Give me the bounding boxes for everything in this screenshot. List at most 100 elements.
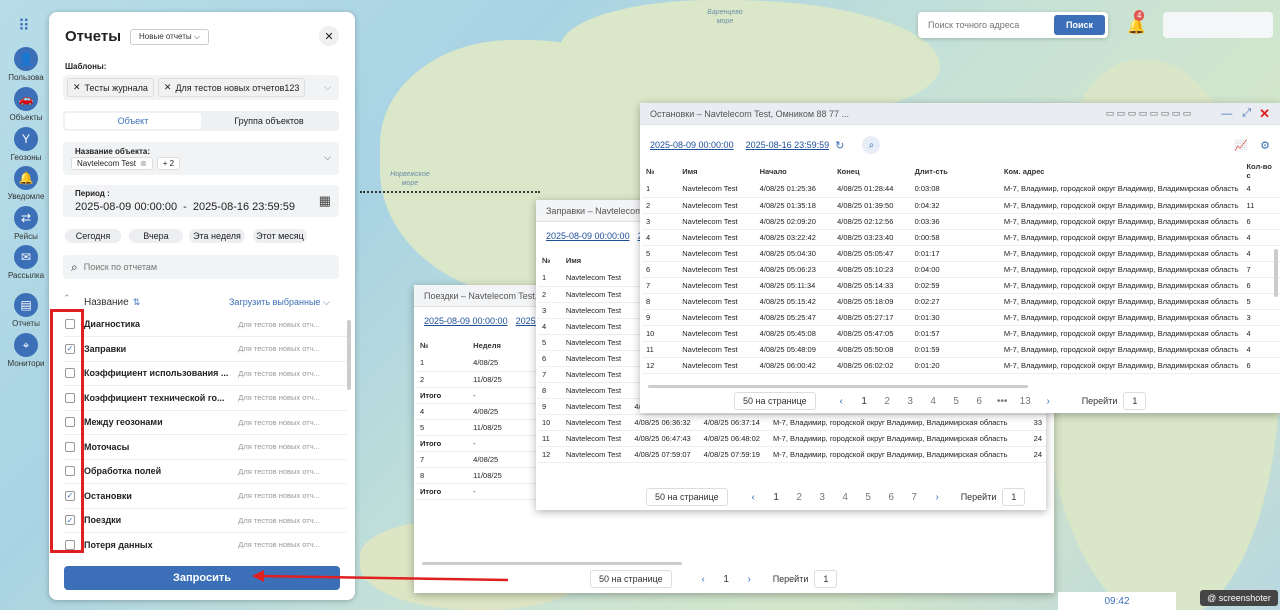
report-list-scrollbar[interactable] <box>347 320 351 390</box>
chevron-down-icon[interactable]: ⌵ <box>324 82 331 93</box>
tab-object-group[interactable]: Группа объектов <box>201 113 337 129</box>
templates-select[interactable]: ✕ Тесты журнала ✕ Для тестов новых отчетов… <box>63 75 339 100</box>
page-button[interactable]: 3 <box>811 492 834 503</box>
chevron-right-icon[interactable]: › <box>926 492 949 503</box>
page-button[interactable]: 7 <box>903 492 926 503</box>
table-row[interactable]: 3 Navtelecom Test 4/08/25 02:09:20 4/08/25 … <box>642 213 1280 230</box>
page-button[interactable]: 2 <box>876 396 899 407</box>
stops-page-size[interactable]: 50 на странице <box>734 392 816 410</box>
trips-page-size[interactable]: 50 на странице <box>590 570 672 588</box>
object-more-chip[interactable]: + 2 <box>156 157 181 170</box>
table-row[interactable]: 12 Navtelecom Test 4/08/25 06:00:42 4/08/25… <box>642 357 1280 374</box>
report-list-item[interactable]: Диагностика Для тестов новых отч... <box>63 312 347 337</box>
table-row[interactable]: 1 Navtelecom Test 4/08/25 01:25:36 4/08/25 … <box>642 181 1280 198</box>
page-button[interactable]: 6 <box>968 396 991 407</box>
stops-col-end[interactable]: Конец <box>833 161 911 181</box>
chevron-right-icon[interactable]: › <box>738 574 761 585</box>
stops-col-address[interactable]: Ком. адрес <box>1000 161 1243 181</box>
page-button[interactable]: 4 <box>834 492 857 503</box>
apps-grid-icon[interactable]: ⠿ <box>18 16 30 36</box>
chevron-left-icon[interactable]: ‹ <box>830 396 853 407</box>
remove-icon[interactable]: ⊗ <box>140 159 147 168</box>
trips-hscroll[interactable] <box>422 562 682 565</box>
table-row[interactable]: 5 Navtelecom Test 4/08/25 05:04:30 4/08/25 … <box>642 245 1280 262</box>
page-button[interactable]: 2 <box>788 492 811 503</box>
tab-object[interactable]: Объект <box>65 113 201 129</box>
table-row[interactable]: 10 Navtelecom Test 4/08/25 06:36:32 4/08/25… <box>538 414 1046 431</box>
table-row[interactable]: 5 11/08/25 <box>416 419 536 436</box>
table-row[interactable]: 11 Navtelecom Test 4/08/25 05:48:09 4/08/25… <box>642 341 1280 358</box>
table-row[interactable]: Итого - <box>416 483 536 500</box>
window-layout-icons[interactable]: ▭ ▭ ▭ ▭ ▭ ▭ ▭ ▭ <box>1106 108 1192 119</box>
table-row[interactable]: 7 4/08/25 <box>416 451 536 468</box>
page-button[interactable]: 5 <box>857 492 880 503</box>
table-row[interactable]: Итого - <box>416 387 536 404</box>
remove-icon[interactable]: ✕ <box>164 82 172 93</box>
refuel-page-size[interactable]: 50 на странице <box>646 488 728 506</box>
stops-hscroll[interactable] <box>648 385 1028 388</box>
refuel-goto-input[interactable]: 1 <box>1002 488 1026 506</box>
remove-icon[interactable]: ✕ <box>73 82 81 93</box>
expand-icon[interactable]: ⤢ <box>1242 107 1251 120</box>
rail-item-geozones[interactable]: Y Геозоны <box>0 127 52 162</box>
trips-date-from[interactable]: 2025-08-09 00:00:00 <box>424 316 508 326</box>
load-selected-button[interactable]: Загрузить выбранные ⌵ <box>229 297 330 308</box>
name-column-header[interactable]: Название ⇅ <box>84 297 140 308</box>
table-row[interactable]: 1 4/08/25 <box>416 355 536 372</box>
table-row[interactable]: Итого - <box>416 435 536 452</box>
calendar-icon[interactable]: ▦ <box>319 193 331 209</box>
table-row[interactable]: 8 11/08/25 <box>416 467 536 484</box>
minimize-icon[interactable]: — <box>1221 108 1232 120</box>
report-list-item[interactable]: Коэффициент технической го... Для тестов … <box>63 386 347 411</box>
table-row[interactable]: 2 Navtelecom Test 4/08/25 01:35:18 4/08/25 … <box>642 197 1280 214</box>
quick-this-month[interactable]: Этот месяц <box>253 229 307 243</box>
table-row[interactable]: 9 Navtelecom Test 4/08/25 05:25:47 4/08/25 … <box>642 309 1280 326</box>
report-list-item[interactable]: ✓ Поездки Для тестов новых отч... <box>63 508 347 533</box>
notifications-button[interactable]: 🔔 4 <box>1122 10 1146 38</box>
address-search-input[interactable] <box>928 20 1054 30</box>
stops-col-start[interactable]: Начало <box>756 161 834 181</box>
user-menu[interactable] <box>1163 12 1273 38</box>
search-icon[interactable]: ⌕ <box>862 136 881 154</box>
template-chip[interactable]: ✕ Тесты журнала <box>67 78 154 97</box>
stops-goto-input[interactable]: 1 <box>1123 392 1147 410</box>
report-search-input[interactable] <box>83 262 314 272</box>
table-row[interactable]: 4 4/08/25 <box>416 403 536 420</box>
chart-icon[interactable]: 📈 <box>1234 139 1248 152</box>
refuel-col-num[interactable]: № <box>538 250 562 270</box>
page-button[interactable]: 5 <box>945 396 968 407</box>
report-list-item[interactable]: Моточасы Для тестов новых отч... <box>63 435 347 460</box>
close-icon[interactable]: ✕ <box>1259 106 1270 122</box>
sort-icon[interactable]: ⇅ <box>133 297 141 308</box>
table-row[interactable]: 8 Navtelecom Test 4/08/25 05:15:42 4/08/25 … <box>642 293 1280 310</box>
rail-item-monitoring[interactable]: ⌖ Монитори <box>0 333 52 368</box>
settings-icon[interactable]: ⚙ <box>1260 139 1270 152</box>
table-row[interactable]: 11 Navtelecom Test 4/08/25 06:47:43 4/08/25… <box>538 430 1046 447</box>
quick-today[interactable]: Сегодня <box>65 229 121 243</box>
trips-col-num[interactable]: № <box>416 335 469 355</box>
refuel-date-from[interactable]: 2025-08-09 00:00:00 <box>546 231 630 241</box>
rail-item-reports[interactable]: ▤ Отчеты <box>0 293 52 328</box>
table-row[interactable]: 7 Navtelecom Test 4/08/25 05:11:34 4/08/25 … <box>642 277 1280 294</box>
report-list-item[interactable]: Коэффициент использования ... Для тестов … <box>63 361 347 386</box>
rail-item-trips[interactable]: ⇄ Рейсы <box>0 206 52 241</box>
close-button[interactable]: ✕ <box>319 26 339 46</box>
stops-date-to[interactable]: 2025-08-16 23:59:59 <box>746 140 830 150</box>
report-list-item[interactable]: Потеря данных Для тестов новых отч... <box>63 533 347 555</box>
stops-vscroll[interactable] <box>1274 249 1278 297</box>
chevron-up-icon[interactable]: ⌃ <box>63 293 71 304</box>
stops-col-duration[interactable]: Длит-сть <box>911 161 1000 181</box>
page-button[interactable]: 1 <box>765 492 788 503</box>
object-select[interactable]: Название объекта: Navtelecom Test ⊗ + 2 ⌵ <box>63 142 339 175</box>
stops-date-from[interactable]: 2025-08-09 00:00:00 <box>650 140 734 150</box>
chevron-right-icon[interactable]: › <box>1037 396 1060 407</box>
chevron-left-icon[interactable]: ‹ <box>742 492 765 503</box>
trips-page-1[interactable]: 1 <box>715 574 738 585</box>
page-button[interactable]: 4 <box>922 396 945 407</box>
rail-item-notifications[interactable]: 🔔 Уведомле <box>0 166 52 201</box>
chevron-left-icon[interactable]: ‹ <box>692 574 715 585</box>
period-to[interactable]: 2025-08-16 23:59:59 <box>193 201 295 213</box>
stops-col-name[interactable]: Имя <box>678 161 755 181</box>
template-chip[interactable]: ✕ Для тестов новых отчетов123 <box>157 78 306 97</box>
address-search-button[interactable]: Поиск <box>1053 15 1105 35</box>
